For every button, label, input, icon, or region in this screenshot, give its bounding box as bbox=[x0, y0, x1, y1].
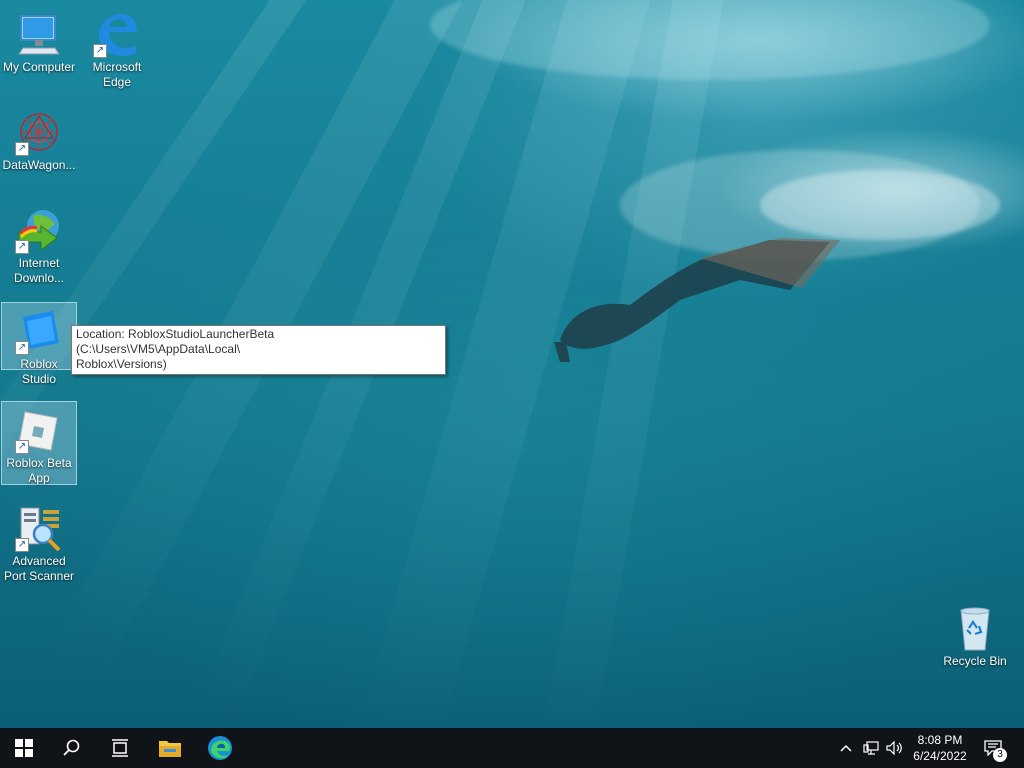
shortcut-arrow-icon: ↗ bbox=[15, 341, 29, 355]
file-explorer-button[interactable] bbox=[146, 728, 194, 768]
search-button[interactable] bbox=[48, 728, 96, 768]
datawagon-icon: ↗ bbox=[15, 108, 63, 156]
internet-download-manager-icon: ↗ bbox=[15, 206, 63, 254]
desktop-background[interactable]: My Computer ↗ Microsoft Edge ↗ DataWagon… bbox=[0, 0, 1024, 728]
clock[interactable]: 8:08 PM 6/24/2022 bbox=[905, 732, 975, 764]
clock-time: 8:08 PM bbox=[917, 733, 963, 747]
chevron-up-icon bbox=[840, 744, 852, 752]
edge-icon bbox=[208, 736, 232, 760]
swimmer-image bbox=[554, 238, 840, 362]
icon-label: My Computer bbox=[2, 60, 76, 74]
icon-label: Microsoft Edge bbox=[92, 60, 142, 89]
volume-icon bbox=[886, 741, 902, 755]
search-icon bbox=[63, 739, 80, 756]
clock-date: 6/24/2022 bbox=[913, 749, 967, 763]
surface-light bbox=[430, 0, 990, 80]
icon-label: Internet Downlo... bbox=[13, 256, 65, 285]
icon-label: Roblox Studio bbox=[20, 357, 58, 386]
shortcut-arrow-icon: ↗ bbox=[15, 240, 29, 254]
icon-label: DataWagon... bbox=[2, 158, 76, 172]
desktop-icon-recycle-bin[interactable]: Recycle Bin bbox=[937, 600, 1013, 670]
shortcut-arrow-icon: ↗ bbox=[15, 538, 29, 552]
computer-icon bbox=[15, 10, 63, 58]
windows-start-icon bbox=[15, 739, 33, 757]
icon-label: Recycle Bin bbox=[943, 654, 1007, 668]
port-scanner-icon: ↗ bbox=[15, 504, 63, 552]
start-button[interactable] bbox=[0, 728, 48, 768]
task-view-button[interactable] bbox=[96, 728, 144, 768]
edge-taskbar-button[interactable] bbox=[196, 728, 244, 768]
task-view-icon bbox=[112, 739, 128, 757]
recycle-bin-icon bbox=[951, 604, 999, 652]
shortcut-arrow-icon: ↗ bbox=[93, 44, 107, 58]
volume-button[interactable] bbox=[884, 728, 906, 768]
edge-legacy-icon: ↗ bbox=[93, 10, 141, 58]
location-tooltip: Location: RobloxStudioLauncherBeta (C:\U… bbox=[71, 325, 446, 375]
network-button[interactable] bbox=[860, 728, 882, 768]
desktop-icon-advanced-port-scanner[interactable]: ↗ Advanced Port Scanner bbox=[1, 500, 77, 586]
shortcut-arrow-icon: ↗ bbox=[15, 142, 29, 156]
desktop-icon-datawagon[interactable]: ↗ DataWagon... bbox=[1, 104, 77, 174]
desktop-icon-roblox-studio[interactable]: ↗ Roblox Studio bbox=[1, 302, 77, 386]
icon-label: Advanced Port Scanner bbox=[3, 554, 75, 583]
desktop-icon-microsoft-edge[interactable]: ↗ Microsoft Edge bbox=[79, 6, 155, 92]
icon-label: Roblox Beta App bbox=[6, 456, 72, 485]
roblox-studio-icon: ↗ bbox=[15, 307, 63, 355]
file-explorer-icon bbox=[159, 741, 181, 757]
network-icon bbox=[863, 741, 879, 755]
desktop-icon-my-computer[interactable]: My Computer bbox=[1, 6, 77, 86]
desktop-icon-roblox-beta-app[interactable]: ↗ Roblox Beta App bbox=[1, 401, 77, 485]
shortcut-arrow-icon: ↗ bbox=[15, 440, 29, 454]
roblox-icon: ↗ bbox=[15, 406, 63, 454]
desktop-icon-internet-download-manager[interactable]: ↗ Internet Downlo... bbox=[1, 202, 77, 288]
notification-count-badge: 3 bbox=[993, 748, 1007, 762]
taskbar: 8:08 PM 6/24/2022 3 bbox=[0, 728, 1024, 768]
show-hidden-icons-button[interactable] bbox=[836, 728, 856, 768]
